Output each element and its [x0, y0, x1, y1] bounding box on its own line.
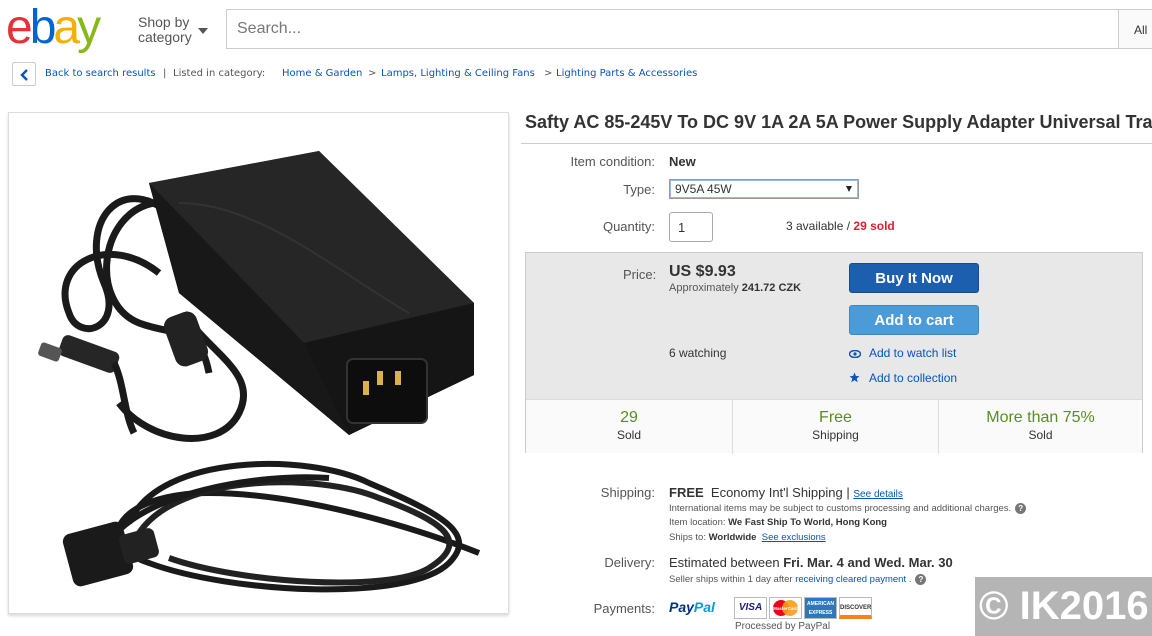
type-selected-value: 9V5A 45W	[675, 182, 732, 196]
category-label: category	[138, 29, 192, 45]
delivery-estimate: Estimated between Fri. Mar. 4 and Wed. M…	[669, 555, 953, 570]
discover-icon: DISCOVER	[839, 597, 872, 619]
shipping-summary: FREE Economy Int'l Shipping | See detail…	[669, 485, 903, 500]
sold-count-link[interactable]: 29 sold	[853, 219, 894, 233]
buy-box: Price: US $9.93 Approximately 241.72 CZK…	[525, 252, 1143, 454]
stat-sold: 29 Sold	[526, 400, 732, 454]
chevron-down-icon	[198, 28, 208, 34]
shop-by-category-button[interactable]: Shop by category	[138, 14, 208, 45]
delivery-note-suffix: .	[908, 574, 912, 586]
watching-count: 6 watching	[669, 346, 727, 360]
see-exclusions-link[interactable]: See exclusions	[762, 532, 826, 543]
star-icon	[849, 372, 865, 386]
category-select[interactable]: All	[1118, 9, 1152, 49]
divider	[521, 143, 1152, 144]
stat-sold-value: 29	[620, 409, 638, 426]
condition-label: Item condition:	[570, 154, 655, 169]
converted-price: Approximately 241.72 CZK	[669, 282, 801, 294]
delivery-note: Seller ships within 1 day after receivin…	[669, 574, 927, 586]
payments-label: Payments:	[593, 601, 655, 616]
paypal-logo-part2: Pal	[693, 599, 715, 615]
approx-prefix: Approximately	[669, 282, 739, 294]
breadcrumb-lamps[interactable]: Lamps, Lighting & Ceiling Fans	[381, 62, 535, 86]
breadcrumb-arrow: >	[544, 68, 553, 79]
paypal-logo: PayPal	[669, 599, 715, 615]
eye-icon	[848, 347, 865, 361]
help-icon[interactable]: ?	[915, 574, 927, 585]
type-select[interactable]: 9V5A 45W	[669, 179, 859, 199]
shop-by-label: Shop by	[138, 14, 190, 30]
paypal-logo-part1: Pay	[669, 599, 694, 615]
stats-bar: 29 Sold Free Shipping More than 75% Sold	[526, 399, 1142, 454]
condition-value: New	[669, 154, 696, 169]
header: ebay Shop by category Search... All	[0, 0, 1152, 56]
listed-in-label: Listed in category:	[173, 68, 266, 79]
add-to-watch-list-link[interactable]: Add to watch list	[848, 346, 957, 361]
approx-value: 241.72 CZK	[741, 282, 802, 294]
copyright-watermark: © IK2016	[975, 577, 1152, 636]
price-value: US $9.93	[669, 263, 736, 280]
back-button[interactable]	[12, 62, 36, 86]
product-image[interactable]	[8, 112, 509, 614]
stat-percent-sold: More than 75% Sold	[939, 400, 1142, 454]
available-count: 3 available	[786, 219, 844, 233]
shipping-free: FREE	[669, 485, 704, 500]
power-adapter-image	[38, 151, 481, 593]
search-input[interactable]: Search...	[226, 9, 1119, 49]
chevron-left-icon	[20, 69, 28, 81]
ships-to: Ships to: Worldwide See exclusions	[669, 532, 826, 543]
shipping-method: Economy Int'l Shipping	[710, 485, 843, 500]
see-details-link[interactable]: See details	[853, 489, 902, 500]
ebay-logo[interactable]: ebay	[6, 4, 101, 52]
add-to-collection-link[interactable]: Add to collection	[849, 371, 957, 386]
dropdown-arrow-icon	[846, 186, 852, 192]
item-location: Item location: We Fast Ship To World, Ho…	[669, 517, 887, 528]
amex-icon: AMERICAN EXPRESS	[804, 597, 837, 619]
item-location-label: Item location:	[669, 517, 726, 528]
cleared-payment-link[interactable]: receiving cleared payment	[795, 574, 906, 585]
mastercard-icon: MasterCard	[769, 597, 802, 619]
availability-text: 3 available / 29 sold	[786, 219, 895, 233]
svg-text:MasterCard: MasterCard	[773, 606, 798, 611]
product-title: Safty AC 85-245V To DC 9V 1A 2A 5A Power…	[525, 112, 1152, 132]
stat-percent-label: Sold	[1028, 428, 1053, 442]
delivery-prefix: Estimated between	[669, 555, 780, 570]
help-icon[interactable]: ?	[1015, 503, 1027, 514]
quantity-label: Quantity:	[602, 219, 655, 234]
item-location-value: We Fast Ship To World, Hong Kong	[728, 517, 887, 528]
breadcrumb-separator: |	[163, 68, 167, 79]
customs-note: International items may be subject to cu…	[669, 503, 1027, 515]
collection-label: Add to collection	[869, 371, 958, 385]
shipping-separator: |	[846, 485, 850, 500]
type-label: Type:	[623, 182, 655, 197]
watch-list-label: Add to watch list	[869, 346, 957, 360]
breadcrumb-lighting-parts[interactable]: Lighting Parts & Accessories	[556, 62, 697, 86]
breadcrumb-home-garden[interactable]: Home & Garden	[282, 62, 362, 86]
ships-to-label: Ships to:	[669, 532, 706, 543]
availability-separator: /	[843, 219, 854, 233]
quantity-input[interactable]: 1	[669, 212, 713, 242]
processed-by-paypal: Processed by PayPal	[735, 621, 831, 632]
customs-note-text: International items may be subject to cu…	[669, 503, 1012, 515]
stat-sold-label: Sold	[616, 428, 642, 442]
breadcrumb-arrow: >	[368, 68, 377, 79]
buy-it-now-button[interactable]: Buy It Now	[849, 263, 979, 293]
delivery-note-text: Seller ships within 1 day after	[669, 574, 793, 586]
stat-shipping-value: Free	[819, 409, 852, 426]
ships-to-value: Worldwide	[708, 532, 757, 543]
visa-icon: VISA	[734, 597, 767, 619]
back-to-search-link[interactable]: Back to search results	[45, 62, 156, 86]
delivery-dates: Fri. Mar. 4 and Wed. Mar. 30	[783, 555, 953, 570]
stat-shipping-label: Shipping	[812, 428, 859, 442]
add-to-cart-button[interactable]: Add to cart	[849, 305, 979, 335]
shipping-label: Shipping:	[600, 485, 655, 500]
stat-percent-value: More than 75%	[986, 409, 1095, 426]
price-label: Price:	[623, 267, 657, 282]
stat-shipping: Free Shipping	[733, 400, 938, 454]
delivery-label: Delivery:	[604, 555, 655, 570]
